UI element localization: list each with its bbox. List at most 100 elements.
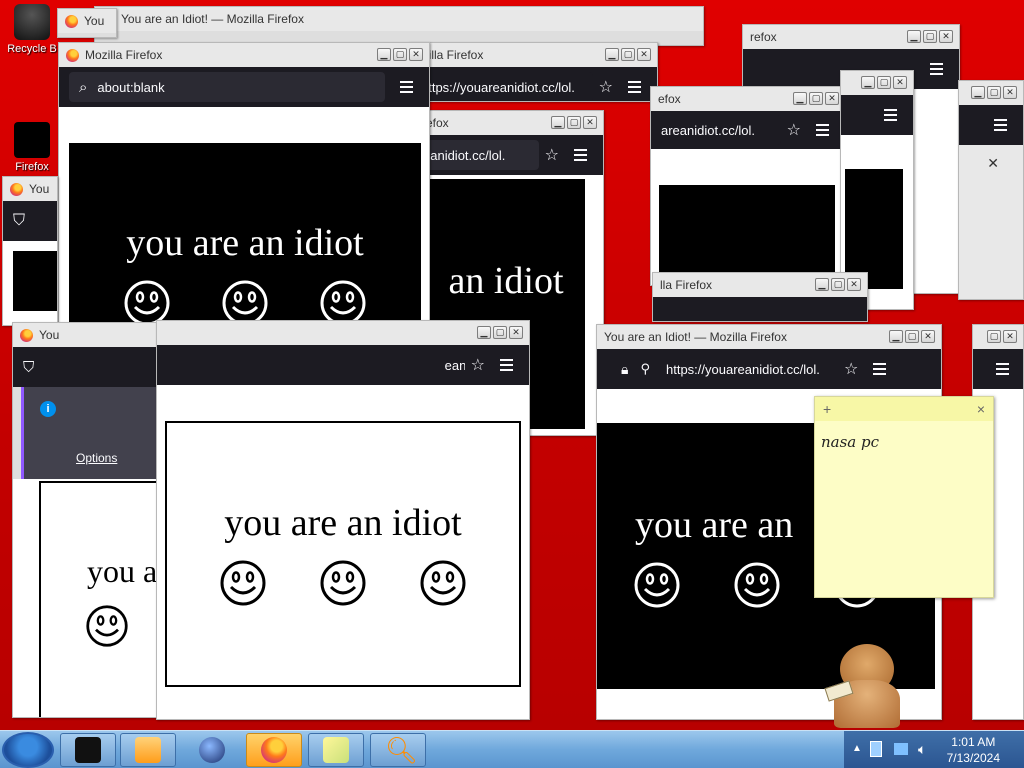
menu-button[interactable] — [877, 102, 903, 128]
window-titlebar[interactable]: refox ▁ ▢ ✕ — [743, 25, 959, 49]
window-titlebar[interactable]: efox ▁ ▢ ✕ — [651, 87, 845, 111]
minimize-button[interactable]: ▁ — [551, 116, 565, 129]
minimize-button[interactable]: ▁ — [907, 30, 921, 43]
close-icon[interactable]: ✕ — [987, 155, 999, 172]
action-center-icon[interactable] — [894, 743, 908, 755]
start-button[interactable] — [2, 732, 54, 768]
close-button[interactable]: ✕ — [637, 48, 651, 61]
idiot-panel: you a — [39, 481, 161, 717]
maximize-button[interactable]: ▢ — [987, 86, 1001, 99]
menu-button[interactable] — [567, 142, 593, 168]
minimize-button[interactable]: ▁ — [889, 330, 903, 343]
show-hidden-icons-icon[interactable]: ▲ — [852, 743, 862, 754]
window-titlebar[interactable]: ▁ ▢ ✕ — [841, 71, 913, 95]
browser-window[interactable]: You ⛉ i Options you a — [12, 322, 162, 718]
url-bar[interactable]: https://youareanidiot.cc/lol. — [419, 72, 593, 101]
window-titlebar[interactable]: You — [13, 323, 161, 347]
menu-button[interactable] — [989, 356, 1015, 382]
menu-button[interactable] — [809, 117, 835, 143]
star-icon[interactable]: ☆ — [471, 355, 485, 375]
browser-window[interactable]: ▁ ▢ ✕ ✕ — [958, 80, 1024, 300]
window-titlebar[interactable]: Mozilla Firefox ▁ ▢ ✕ — [59, 43, 429, 67]
sticky-note[interactable]: + × nasa pc — [814, 396, 994, 598]
url-bar[interactable]: areanidiot.cc/lol. — [661, 115, 781, 145]
url-bar[interactable]: eanidiot.cc/lol. — [419, 140, 539, 170]
minimize-button[interactable]: ▁ — [971, 86, 985, 99]
browser-window[interactable]: You — [57, 8, 117, 38]
star-icon[interactable]: ☆ — [545, 145, 559, 165]
desktop-icon-recycle-bin[interactable]: Recycle B — [2, 4, 62, 55]
menu-button[interactable] — [621, 74, 647, 100]
window-controls: ▁ ▢ ✕ — [605, 48, 651, 61]
star-icon[interactable]: ☆ — [787, 120, 801, 140]
close-button[interactable]: ✕ — [509, 326, 523, 339]
browser-window[interactable]: ozilla Firefox ▁ ▢ ✕ https://youareanidiot… — [408, 42, 658, 102]
close-button[interactable]: ✕ — [939, 30, 953, 43]
maximize-button[interactable]: ▢ — [567, 116, 581, 129]
taskbar-app-terminal[interactable] — [60, 733, 116, 767]
maximize-button[interactable]: ▢ — [621, 48, 635, 61]
window-titlebar[interactable]: ozilla Firefox ▁ ▢ ✕ — [409, 43, 657, 67]
window-titlebar[interactable]: You are an Idiot! — Mozilla Firefox ▁ ▢ ✕ — [597, 325, 941, 349]
permissions-icon[interactable]: ⚲ — [640, 361, 650, 377]
close-note-button[interactable]: × — [977, 401, 985, 417]
maximize-button[interactable]: ▢ — [877, 76, 891, 89]
minimize-button[interactable]: ▁ — [815, 278, 829, 291]
add-note-button[interactable]: + — [823, 401, 831, 417]
browser-window[interactable]: You are an Idiot! — Mozilla Firefox — [94, 6, 704, 46]
window-titlebar[interactable]: ▁ ▢ ✕ — [959, 81, 1023, 105]
star-icon[interactable]: ☆ — [599, 77, 613, 97]
close-button[interactable]: ✕ — [409, 48, 423, 61]
window-titlebar[interactable]: ▁ ▢ ✕ — [157, 321, 529, 345]
taskbar-app-search[interactable]: 🔍︎ — [370, 733, 426, 767]
minimize-button[interactable]: ▁ — [477, 326, 491, 339]
close-button[interactable]: ✕ — [921, 330, 935, 343]
star-icon[interactable]: ☆ — [844, 359, 858, 379]
close-button[interactable]: ✕ — [1003, 86, 1017, 99]
network-icon[interactable] — [870, 741, 882, 757]
minimize-button[interactable]: ▁ — [605, 48, 619, 61]
options-button[interactable]: Options — [76, 451, 117, 465]
window-titlebar[interactable]: You — [3, 177, 57, 201]
maximize-button[interactable]: ▢ — [809, 92, 823, 105]
browser-window[interactable]: You ⛉ — [2, 176, 58, 326]
volume-icon[interactable]: 🔈︎ — [918, 741, 926, 758]
menu-button[interactable] — [987, 112, 1013, 138]
menu-button[interactable] — [393, 74, 419, 100]
menu-button[interactable] — [493, 352, 519, 378]
maximize-button[interactable]: ▢ — [393, 48, 407, 61]
desktop-icon-firefox[interactable]: Firefox — [2, 122, 62, 173]
sticky-note-text[interactable]: nasa pc — [815, 421, 993, 463]
taskbar-app-sticky-notes[interactable] — [308, 733, 364, 767]
maximize-button[interactable]: ▢ — [493, 326, 507, 339]
close-button[interactable]: ✕ — [825, 92, 839, 105]
close-button[interactable]: ✕ — [583, 116, 597, 129]
taskbar-app-globe[interactable] — [184, 733, 240, 767]
close-button[interactable]: ✕ — [847, 278, 861, 291]
browser-window[interactable]: ▁▢✕ eanidiot.cc/lol. ☆ you are an idiot — [156, 320, 530, 720]
close-button[interactable]: ✕ — [1003, 330, 1017, 343]
taskbar-app-media[interactable] — [120, 733, 176, 767]
browser-window[interactable]: efox ▁ ▢ ✕ areanidiot.cc/lol. ☆ — [650, 86, 846, 286]
close-button[interactable]: ✕ — [893, 76, 907, 89]
window-titlebar[interactable]: ▢ ✕ — [973, 325, 1023, 349]
minimize-button[interactable]: ▁ — [861, 76, 875, 89]
window-titlebar[interactable]: lla Firefox ▁ ▢ ✕ — [653, 273, 867, 297]
url-bar[interactable]: ⌕ about:blank — [69, 72, 385, 102]
browser-window[interactable]: lla Firefox ▁ ▢ ✕ — [652, 272, 868, 322]
url-text: about:blank — [97, 79, 165, 95]
url-text[interactable]: https://youareanidiot.cc/lol. — [666, 362, 836, 377]
window-titlebar[interactable]: You — [58, 9, 116, 33]
maximize-button[interactable]: ▢ — [831, 278, 845, 291]
menu-button[interactable] — [923, 56, 949, 82]
minimize-button[interactable]: ▁ — [377, 48, 391, 61]
minimize-button[interactable]: ▁ — [793, 92, 807, 105]
clock[interactable]: 1:01 AM 7/13/2024 — [947, 734, 1000, 766]
maximize-button[interactable]: ▢ — [905, 330, 919, 343]
maximize-button[interactable]: ▢ — [923, 30, 937, 43]
window-titlebar[interactable]: You are an Idiot! — Mozilla Firefox — [95, 7, 703, 31]
menu-button[interactable] — [866, 356, 892, 382]
window-titlebar[interactable]: efox ▁ ▢ ✕ — [419, 111, 603, 135]
taskbar-app-firefox[interactable] — [246, 733, 302, 767]
maximize-button[interactable]: ▢ — [987, 330, 1001, 343]
